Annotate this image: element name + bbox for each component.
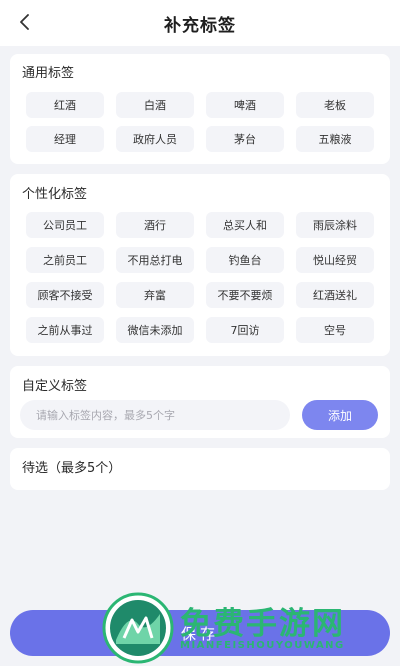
- tag-item[interactable]: 茅台: [206, 126, 284, 152]
- tag-item[interactable]: 不用总打电: [116, 247, 194, 273]
- page-title: 补充标签: [164, 16, 236, 36]
- save-button[interactable]: 保存: [10, 610, 390, 656]
- custom-tag-input[interactable]: [20, 400, 290, 430]
- common-tags-card: 通用标签 红酒 白酒 啤酒 老板 经理 政府人员 茅台 五粮液: [10, 54, 390, 164]
- tag-item[interactable]: 不要不要烦: [206, 282, 284, 308]
- tag-item[interactable]: 微信未添加: [116, 317, 194, 343]
- tag-item[interactable]: 公司员工: [26, 212, 104, 238]
- tag-item[interactable]: 之前员工: [26, 247, 104, 273]
- tag-item[interactable]: 老板: [296, 92, 374, 118]
- tag-item[interactable]: 之前从事过: [26, 317, 104, 343]
- personal-tags-title: 个性化标签: [22, 187, 88, 202]
- tag-item[interactable]: 钓鱼台: [206, 247, 284, 273]
- tag-item[interactable]: 红酒: [26, 92, 104, 118]
- tag-item[interactable]: 啤酒: [206, 92, 284, 118]
- tag-item[interactable]: 弃富: [116, 282, 194, 308]
- tag-item[interactable]: 经理: [26, 126, 104, 152]
- custom-tags-card: 自定义标签 添加: [10, 366, 390, 438]
- personal-tags-card: 个性化标签 公司员工 酒行 总买人和 雨辰涂料 之前员工 不用总打电 钓鱼台 悦…: [10, 174, 390, 356]
- tag-item[interactable]: 顾客不接受: [26, 282, 104, 308]
- tag-item[interactable]: 红酒送礼: [296, 282, 374, 308]
- tag-item[interactable]: 总买人和: [206, 212, 284, 238]
- custom-tags-title: 自定义标签: [22, 379, 88, 394]
- tag-item[interactable]: 悦山经贸: [296, 247, 374, 273]
- tag-item[interactable]: 政府人员: [116, 126, 194, 152]
- tag-item[interactable]: 五粮液: [296, 126, 374, 152]
- top-nav-bar: 补充标签: [0, 0, 400, 46]
- pending-tags-card: 待选（最多5个）: [10, 448, 390, 490]
- pending-tags-title: 待选（最多5个）: [22, 461, 122, 476]
- add-tag-button[interactable]: 添加: [302, 400, 378, 430]
- tag-item[interactable]: 酒行: [116, 212, 194, 238]
- tag-item[interactable]: 7回访: [206, 317, 284, 343]
- tag-item[interactable]: 空号: [296, 317, 374, 343]
- tag-item[interactable]: 雨辰涂料: [296, 212, 374, 238]
- tag-item[interactable]: 白酒: [116, 92, 194, 118]
- common-tags-title: 通用标签: [22, 66, 75, 81]
